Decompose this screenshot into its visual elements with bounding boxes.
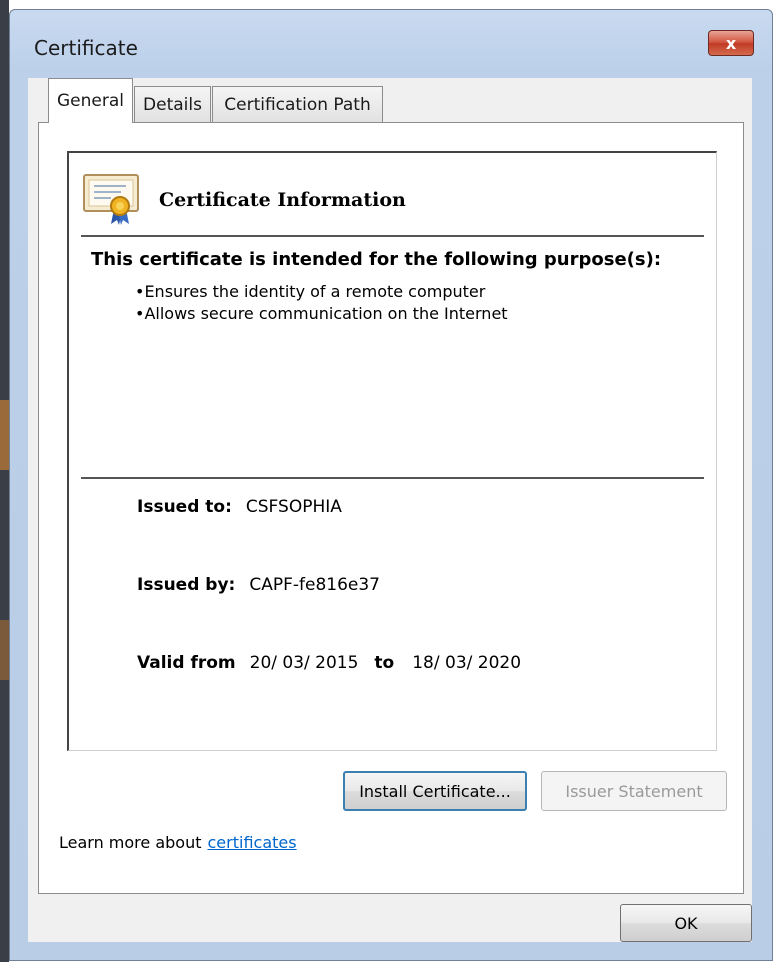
- desktop-background-detail: [0, 400, 9, 470]
- divider: [81, 477, 704, 479]
- tab-certification-path[interactable]: Certification Path: [212, 86, 383, 122]
- desktop-background: [0, 0, 9, 962]
- valid-from-label: Valid from: [137, 653, 236, 673]
- tab-general[interactable]: General: [48, 78, 133, 123]
- valid-to-label: to: [374, 653, 395, 673]
- ok-button[interactable]: OK: [620, 904, 752, 942]
- purpose-item: Allows secure communication on the Inter…: [135, 303, 507, 325]
- title-bar[interactable]: Certificate x: [10, 10, 772, 78]
- learn-more-text: Learn more about certificates: [59, 833, 297, 852]
- desktop-background-detail: [0, 620, 9, 680]
- learn-more-label: Learn more about: [59, 833, 202, 852]
- purpose-heading: This certificate is intended for the fol…: [91, 249, 662, 270]
- issued-by-label: Issued by:: [137, 575, 236, 595]
- dialog-client-area: General Details Certification Path Certi…: [28, 78, 752, 942]
- certificate-dialog: Certificate x General Details Certificat…: [9, 9, 773, 961]
- issuer-statement-button[interactable]: Issuer Statement: [541, 771, 727, 811]
- validity-row: Valid from 20/ 03/ 2015 to 18/ 03/ 2020: [137, 653, 521, 673]
- tab-details[interactable]: Details: [134, 86, 211, 122]
- issued-to-label: Issued to:: [137, 497, 232, 517]
- purpose-item: Ensures the identity of a remote compute…: [135, 281, 508, 303]
- issued-by-row: Issued by: CAPF-fe816e37: [137, 575, 380, 595]
- close-icon: x: [725, 33, 737, 53]
- close-button[interactable]: x: [708, 30, 754, 56]
- general-tab-panel: Certificate Information This certificate…: [38, 122, 744, 894]
- divider: [81, 235, 704, 237]
- purpose-list: Ensures the identity of a remote compute…: [135, 281, 508, 325]
- certificate-information-title: Certificate Information: [159, 189, 406, 211]
- certificate-info-box: Certificate Information This certificate…: [67, 151, 717, 751]
- valid-from-value: 20/ 03/ 2015: [249, 653, 359, 673]
- issued-by-value: CAPF-fe816e37: [249, 575, 380, 595]
- tab-strip: General Details Certification Path: [28, 78, 752, 123]
- valid-to-value: 18/ 03/ 2020: [412, 653, 522, 673]
- issued-to-value: CSFSOPHIA: [245, 497, 342, 517]
- install-certificate-button[interactable]: Install Certificate...: [343, 771, 527, 811]
- window-title: Certificate: [34, 36, 138, 60]
- certificates-link[interactable]: certificates: [208, 833, 297, 852]
- certificate-icon: [83, 174, 139, 225]
- issued-to-row: Issued to: CSFSOPHIA: [137, 497, 342, 517]
